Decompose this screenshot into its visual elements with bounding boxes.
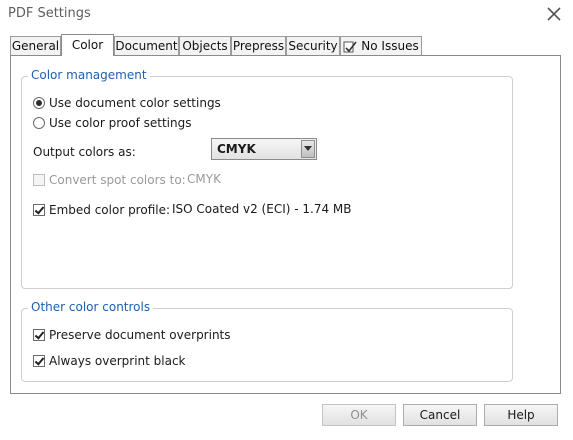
color-management-legend: Color management (28, 68, 150, 82)
title-bar: PDF Settings (0, 0, 573, 30)
other-color-controls-legend: Other color controls (28, 300, 154, 314)
overprint-black-label: Always overprint black (49, 354, 186, 368)
embed-profile-checkbox[interactable] (33, 204, 45, 216)
use-color-proof-label: Use color proof settings (49, 116, 192, 130)
preserve-overprints-checkbox[interactable] (33, 329, 45, 341)
tab-general[interactable]: General (10, 36, 61, 55)
tab-no-issues[interactable]: No Issues (340, 36, 422, 55)
tab-document[interactable]: Document (114, 36, 179, 55)
embed-profile-label: Embed color profile: (49, 203, 171, 217)
overprint-black-checkbox[interactable] (33, 355, 45, 367)
color-tab-panel: Color management Use document color sett… (10, 55, 561, 394)
close-icon[interactable] (544, 4, 564, 24)
output-colors-label: Output colors as: (33, 145, 136, 159)
tab-security[interactable]: Security (286, 36, 340, 55)
convert-spot-checkbox[interactable] (33, 174, 45, 186)
convert-spot-value: CMYK (187, 172, 221, 186)
output-colors-select[interactable]: CMYK (211, 138, 317, 160)
other-color-controls-group: Other color controls (21, 300, 513, 382)
embed-profile-value: ISO Coated v2 (ECI) - 1.74 MB (172, 202, 352, 216)
tab-objects[interactable]: Objects (179, 36, 231, 55)
convert-spot-label: Convert spot colors to: (49, 173, 186, 187)
cancel-button[interactable]: Cancel (403, 404, 477, 426)
tab-color[interactable]: Color (61, 34, 114, 56)
tab-prepress[interactable]: Prepress (231, 36, 286, 55)
help-button[interactable]: Help (484, 404, 558, 426)
ok-button[interactable]: OK (322, 404, 396, 426)
use-document-color-label: Use document color settings (49, 96, 221, 110)
window-title: PDF Settings (8, 6, 91, 21)
output-colors-value: CMYK (217, 142, 256, 156)
use-document-color-radio[interactable] (33, 97, 45, 109)
chevron-down-icon[interactable] (301, 140, 315, 158)
preserve-overprints-label: Preserve document overprints (49, 328, 231, 342)
use-color-proof-radio[interactable] (33, 117, 45, 129)
